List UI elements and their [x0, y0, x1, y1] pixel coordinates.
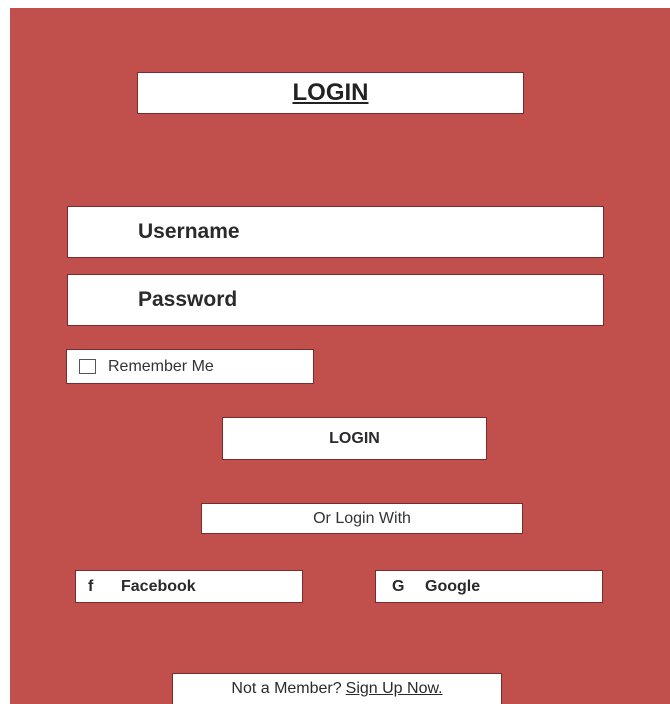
- login-button[interactable]: LOGIN: [222, 417, 487, 460]
- remember-me-checkbox[interactable]: [79, 359, 96, 374]
- password-field[interactable]: Password: [67, 274, 604, 326]
- remember-me-option[interactable]: Remember Me: [66, 349, 314, 384]
- google-label: Google: [425, 577, 481, 595]
- signup-link[interactable]: Sign Up Now.: [346, 680, 443, 698]
- facebook-icon: f: [88, 577, 94, 595]
- or-login-with-label: Or Login With: [201, 503, 523, 534]
- username-placeholder: Username: [138, 220, 240, 243]
- google-login-button[interactable]: G Google: [375, 570, 603, 603]
- signup-prompt: Not a Member? Sign Up Now.: [172, 673, 502, 704]
- signup-prompt-text: Not a Member?: [231, 680, 342, 697]
- password-placeholder: Password: [138, 288, 238, 311]
- page-title: LOGIN: [137, 72, 524, 114]
- google-icon: G: [392, 577, 405, 595]
- facebook-label: Facebook: [121, 577, 196, 595]
- username-field[interactable]: Username: [67, 206, 604, 258]
- remember-me-label: Remember Me: [108, 357, 214, 375]
- facebook-login-button[interactable]: f Facebook: [75, 570, 303, 603]
